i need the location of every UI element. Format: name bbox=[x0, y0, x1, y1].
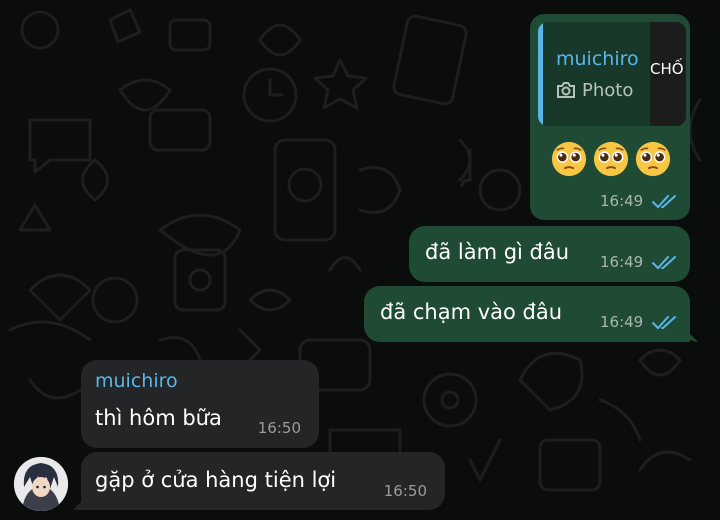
message-meta: 16:49 bbox=[600, 313, 678, 331]
message-text: gặp ở cửa hàng tiện lợi bbox=[95, 468, 337, 492]
camera-icon bbox=[557, 82, 575, 98]
reply-media-label: Photo bbox=[556, 80, 633, 101]
message-bubble-outgoing[interactable]: đã làm gì đâu 16:49 bbox=[409, 226, 690, 282]
reply-preview[interactable]: CHỐ muichiro Photo bbox=[538, 22, 686, 126]
message-time: 16:49 bbox=[599, 313, 644, 331]
reply-accent-bar bbox=[538, 22, 543, 126]
bubble-tail bbox=[684, 328, 698, 342]
pleading-face-emoji bbox=[593, 141, 629, 177]
message-time: 16:50 bbox=[257, 419, 301, 437]
message-text: thì hôm bữa bbox=[95, 406, 222, 430]
reply-sender-name: muichiro bbox=[556, 48, 639, 70]
message-text: đã chạm vào đâu bbox=[380, 300, 563, 324]
message-bubble-incoming[interactable]: gặp ở cửa hàng tiện lợi 16:50 bbox=[73, 452, 445, 510]
sender-name[interactable]: muichiro bbox=[95, 370, 178, 392]
pleading-face-emoji bbox=[551, 141, 587, 177]
emoji-row bbox=[550, 140, 672, 178]
avatar-image bbox=[14, 457, 68, 511]
reply-photo-thumbnail: CHỐ bbox=[650, 22, 686, 126]
message-bubble-incoming[interactable]: muichiro thì hôm bữa 16:50 bbox=[81, 360, 319, 448]
message-time: 16:49 bbox=[599, 192, 644, 210]
message-bubble-outgoing[interactable]: CHỐ muichiro Photo 16:49 bbox=[530, 14, 690, 220]
message-meta: 16:49 bbox=[600, 253, 678, 271]
double-check-icon bbox=[652, 315, 676, 329]
message-bubble-outgoing[interactable]: đã chạm vào đâu 16:49 bbox=[364, 286, 698, 342]
reply-media-text: Photo bbox=[582, 80, 634, 101]
pleading-face-emoji bbox=[635, 141, 671, 177]
avatar[interactable] bbox=[14, 457, 68, 511]
double-check-icon bbox=[652, 255, 676, 269]
message-text: đã làm gì đâu bbox=[425, 240, 570, 264]
message-time: 16:50 bbox=[383, 482, 427, 500]
message-time: 16:49 bbox=[599, 253, 644, 271]
bubble-tail bbox=[73, 496, 87, 510]
double-check-icon bbox=[652, 194, 676, 208]
message-meta: 16:49 bbox=[600, 192, 678, 210]
reply-thumbnail-text: CHỐ bbox=[650, 60, 684, 78]
